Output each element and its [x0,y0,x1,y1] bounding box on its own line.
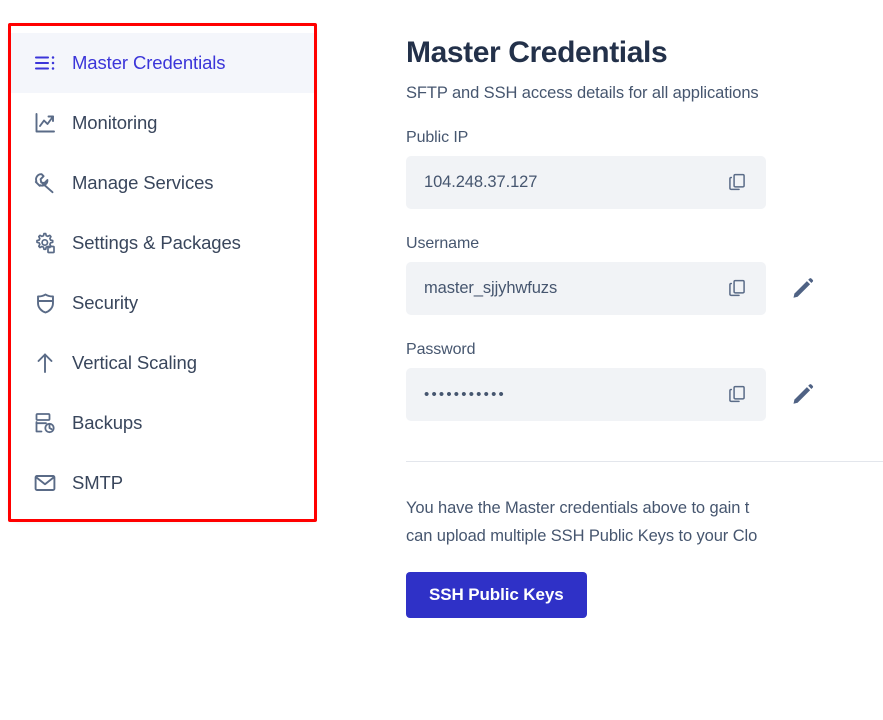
wrench-icon [32,170,58,196]
username-value: master_sjjyhwfuzs [424,278,558,297]
main-content: Master Credentials SFTP and SSH access d… [406,0,883,720]
password-value: ••••••••••• [424,385,506,403]
sidebar-item-vertical-scaling[interactable]: Vertical Scaling [10,333,315,393]
list-lines-icon [32,50,58,76]
pencil-icon[interactable] [788,273,818,303]
password-field[interactable]: ••••••••••• [406,367,766,421]
info-paragraph-line-1: You have the Master credentials above to… [406,498,750,517]
field-row: ••••••••••• [406,367,883,421]
field-group-username: Username master_sjjyhwfuzs [406,235,883,315]
info-paragraph: You have the Master credentials above to… [406,494,883,550]
sidebar-item-label: Security [72,292,139,313]
sidebar: Master Credentials Monitoring Manage Ser… [10,25,315,520]
field-row: master_sjjyhwfuzs [406,261,883,315]
section-divider [406,460,883,462]
field-label: Password [406,340,476,358]
sidebar-item-manage-services[interactable]: Manage Services [10,153,315,213]
copy-icon[interactable] [722,167,752,197]
sidebar-item-settings-packages[interactable]: Settings & Packages [10,213,315,273]
sidebar-item-security[interactable]: Security [10,273,315,333]
info-paragraph-line-2: can upload multiple SSH Public Keys to y… [406,526,758,545]
sidebar-item-backups[interactable]: Backups [10,393,315,453]
envelope-icon [32,470,58,496]
sidebar-item-smtp[interactable]: SMTP [10,453,315,513]
chart-line-icon [32,110,58,136]
sidebar-item-label: SMTP [72,472,123,493]
page-title: Master Credentials [406,36,668,69]
sidebar-item-label: Vertical Scaling [72,352,197,373]
sidebar-item-label: Backups [72,412,143,433]
field-label: Username [406,234,480,252]
backup-restore-icon [32,410,58,436]
field-row: 104.248.37.127 [406,155,883,209]
pencil-icon[interactable] [788,379,818,409]
sidebar-nav-list: Master Credentials Monitoring Manage Ser… [10,25,315,513]
ssh-public-keys-button[interactable]: SSH Public Keys [406,571,587,618]
arrow-up-icon [32,350,58,376]
page-subtitle: SFTP and SSH access details for all appl… [406,83,759,102]
shield-icon [32,290,58,316]
sidebar-item-master-credentials[interactable]: Master Credentials [10,33,315,93]
username-field[interactable]: master_sjjyhwfuzs [406,261,766,315]
public-ip-value: 104.248.37.127 [424,172,538,191]
sidebar-item-label: Manage Services [72,172,214,193]
app-screen: Master Credentials Monitoring Manage Ser… [0,0,883,720]
public-ip-field[interactable]: 104.248.37.127 [406,155,766,209]
copy-icon[interactable] [722,273,752,303]
field-group-password: Password ••••••••••• [406,341,883,421]
sidebar-item-label: Monitoring [72,112,158,133]
field-label: Public IP [406,128,469,146]
sidebar-item-label: Settings & Packages [72,232,241,253]
field-group-public-ip: Public IP 104.248.37.127 [406,129,883,209]
gear-package-icon [32,230,58,256]
sidebar-item-label: Master Credentials [72,52,226,73]
sidebar-item-monitoring[interactable]: Monitoring [10,93,315,153]
copy-icon[interactable] [722,379,752,409]
